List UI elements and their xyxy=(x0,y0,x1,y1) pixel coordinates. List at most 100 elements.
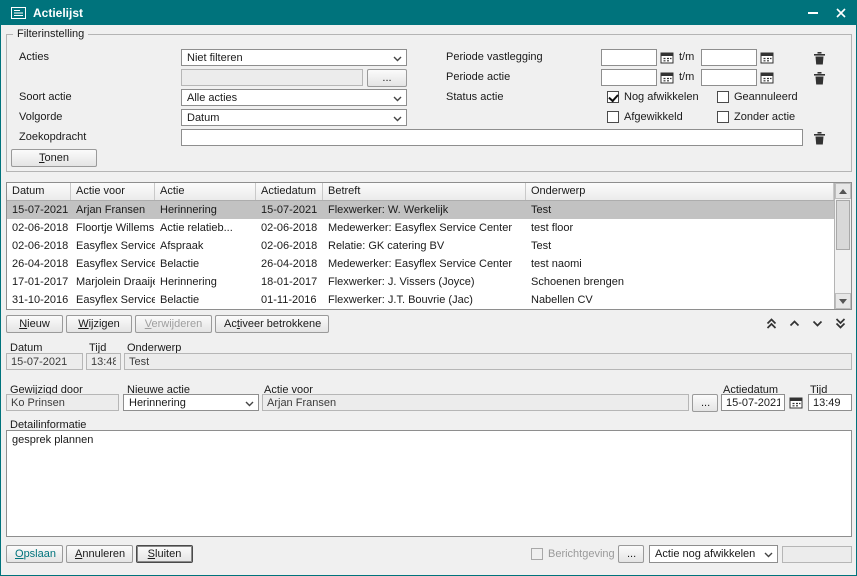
minimize-button[interactable] xyxy=(808,6,818,20)
soort-actie-select[interactable]: Alle acties xyxy=(181,89,407,106)
cell-betreft: Flexwerker: J. Vissers (Joyce) xyxy=(323,273,526,291)
periode-actie-to-input[interactable] xyxy=(701,69,757,86)
zoekopdracht-input[interactable] xyxy=(181,129,803,146)
status-nog-afwikkelen-label: Nog afwikkelen xyxy=(624,89,699,106)
nieuw-button[interactable]: Nieuw xyxy=(6,315,63,333)
table-row[interactable]: 02-06-2018 Easyflex Service ... Afspraak… xyxy=(7,237,834,255)
periode-actie-from-calendar-button[interactable] xyxy=(658,69,676,86)
periode-vastlegging-label: Periode vastlegging xyxy=(446,49,543,66)
verwijderen-button: Verwijderen xyxy=(135,315,212,333)
titlebar-controls xyxy=(808,6,846,20)
trash-icon xyxy=(813,131,826,145)
periode-vastlegging-to-input[interactable] xyxy=(701,49,757,66)
wijzigen-button[interactable]: Wijzigen xyxy=(66,315,132,333)
column-header-actiedatum[interactable]: Actiedatum xyxy=(256,183,323,200)
actiedatum-calendar-button[interactable] xyxy=(787,394,805,411)
periode-vastlegging-from-input[interactable] xyxy=(601,49,657,66)
column-header-actie-voor[interactable]: Actie voor xyxy=(71,183,155,200)
table-row[interactable]: 17-01-2017 Marjolein Draaijer Herinnerin… xyxy=(7,273,834,291)
action-button-row: Nieuw Wijzigen Verwijderen Activeer betr… xyxy=(6,315,329,333)
tijd-field xyxy=(86,353,121,370)
cell-actie: Actie relatieb... xyxy=(155,219,256,237)
status-afgewikkeld-checkbox[interactable] xyxy=(607,111,619,123)
nieuwe-actie-select[interactable]: Herinnering xyxy=(123,394,259,411)
scrollbar-thumb[interactable] xyxy=(836,200,850,250)
acties-filter-browse-button[interactable]: ... xyxy=(367,69,407,87)
titlebar: Actielijst xyxy=(1,1,856,25)
periode-actie-to-calendar-button[interactable] xyxy=(758,69,776,86)
periode-vastlegging-clear-button[interactable] xyxy=(810,49,828,66)
cell-datum: 02-06-2018 xyxy=(7,237,71,255)
table-row[interactable]: 31-10-2016 Easyflex Service ... Belactie… xyxy=(7,291,834,309)
acties-filter-select[interactable]: Niet filteren xyxy=(181,49,407,66)
actiedatum-field[interactable] xyxy=(721,394,785,411)
periode-vastlegging-to-calendar-button[interactable] xyxy=(758,49,776,66)
column-header-onderwerp[interactable]: Onderwerp xyxy=(526,183,834,200)
berichtgeving-browse-button[interactable]: ... xyxy=(618,545,644,563)
cell-betreft: Relatie: GK catering BV xyxy=(323,237,526,255)
cell-datum: 26-04-2018 xyxy=(7,255,71,273)
next-record-icon xyxy=(811,317,824,330)
opslaan-button[interactable]: Opslaan xyxy=(6,545,63,563)
berichtgeving-checkbox xyxy=(531,548,543,560)
window-title: Actielijst xyxy=(33,6,83,20)
volgorde-label: Volgorde xyxy=(19,109,62,126)
last-record-icon xyxy=(834,317,847,330)
cell-actiedatum: 01-11-2016 xyxy=(256,291,323,309)
cell-onderwerp: Schoenen brengen xyxy=(526,273,834,291)
cell-actie: Herinnering xyxy=(155,201,256,219)
cell-betreft: Flexwerker: W. Werkelijk xyxy=(323,201,526,219)
scroll-down-button[interactable] xyxy=(835,293,851,309)
scroll-up-button[interactable] xyxy=(835,183,851,199)
volgorde-select[interactable]: Datum xyxy=(181,109,407,126)
cell-actie-voor: Easyflex Service ... xyxy=(71,255,155,273)
status-geannuleerd-label: Geannuleerd xyxy=(734,89,798,106)
calendar-icon xyxy=(789,396,803,409)
activeer-betrokkene-button[interactable]: Activeer betrokkene xyxy=(215,315,329,333)
zoekopdracht-clear-button[interactable] xyxy=(810,129,828,146)
periode-actie-clear-button[interactable] xyxy=(810,69,828,86)
close-button[interactable] xyxy=(836,6,846,20)
datum-field xyxy=(6,353,83,370)
chevron-down-icon xyxy=(764,552,773,558)
chevron-down-icon xyxy=(393,96,402,102)
actie-voor-browse-button[interactable]: ... xyxy=(692,394,718,412)
table-row[interactable]: 15-07-2021 Arjan Fransen Herinnering 15-… xyxy=(7,201,834,219)
cell-actiedatum: 26-04-2018 xyxy=(256,255,323,273)
cell-actie: Belactie xyxy=(155,291,256,309)
tonen-button[interactable]: Tonen xyxy=(11,149,97,167)
cell-onderwerp: Test xyxy=(526,237,834,255)
calendar-icon xyxy=(660,51,674,64)
table-header: Datum Actie voor Actie Actiedatum Betref… xyxy=(7,183,834,201)
app-icon xyxy=(11,7,26,19)
cell-betreft: Medewerker: Easyflex Service Center xyxy=(323,255,526,273)
last-record-button[interactable] xyxy=(831,315,850,332)
table-scrollbar[interactable] xyxy=(834,183,851,309)
column-header-betreft[interactable]: Betreft xyxy=(323,183,526,200)
status-nog-afwikkelen-checkbox[interactable] xyxy=(607,91,619,103)
previous-record-icon xyxy=(788,317,801,330)
periode-actie-from-input[interactable] xyxy=(601,69,657,86)
record-navigation xyxy=(762,315,850,332)
tijd2-field[interactable] xyxy=(808,394,852,411)
column-header-datum[interactable]: Datum xyxy=(7,183,71,200)
status-geannuleerd-checkbox[interactable] xyxy=(717,91,729,103)
cell-actiedatum: 15-07-2021 xyxy=(256,201,323,219)
table-row[interactable]: 02-06-2018 Floortje Willems Actie relati… xyxy=(7,219,834,237)
tm-label: t/m xyxy=(679,49,694,66)
status-actie-label: Status actie xyxy=(446,89,503,106)
periode-vastlegging-from-calendar-button[interactable] xyxy=(658,49,676,66)
detailinformatie-textarea[interactable]: gesprek plannen xyxy=(6,430,852,537)
table-row[interactable]: 26-04-2018 Easyflex Service ... Belactie… xyxy=(7,255,834,273)
status-zonder-actie-checkbox[interactable] xyxy=(717,111,729,123)
next-record-button[interactable] xyxy=(808,315,827,332)
first-record-button[interactable] xyxy=(762,315,781,332)
sluiten-button[interactable]: Sluiten xyxy=(136,545,193,563)
actie-status-select[interactable]: Actie nog afwikkelen xyxy=(649,545,778,563)
previous-record-button[interactable] xyxy=(785,315,804,332)
berichtgeving-label: Berichtgeving xyxy=(548,546,615,563)
calendar-icon xyxy=(660,71,674,84)
column-header-actie[interactable]: Actie xyxy=(155,183,256,200)
triangle-down-icon xyxy=(839,299,847,304)
annuleren-button[interactable]: Annuleren xyxy=(66,545,133,563)
